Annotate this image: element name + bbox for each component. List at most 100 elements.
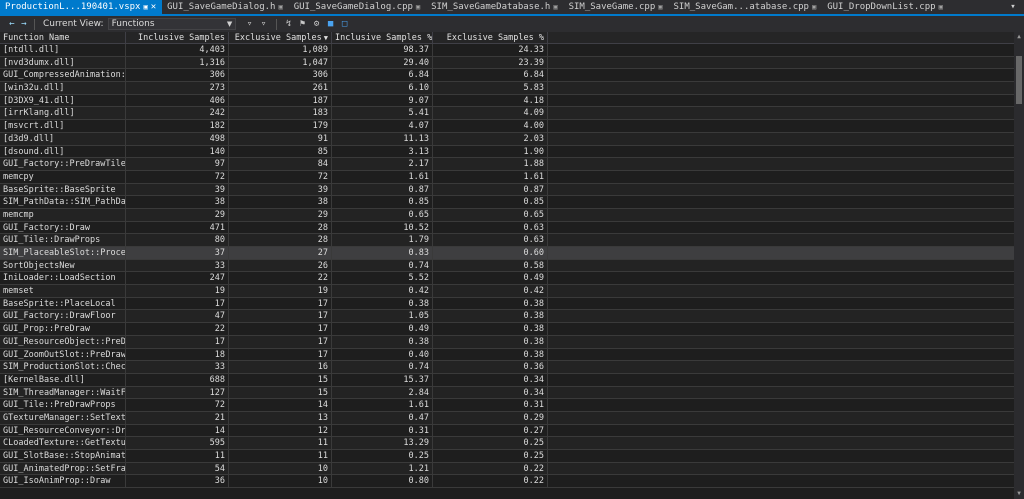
table-row[interactable]: SortObjectsNew 33 26 0.74 0.58: [0, 259, 1014, 273]
table-row[interactable]: GUI_Tile::PreDrawProps 72 14 1.61 0.31: [0, 399, 1014, 412]
exclusive-samples-pct-cell: 4.18: [433, 94, 548, 107]
column-header-label: Function Name: [3, 33, 70, 43]
scroll-up-arrow-icon[interactable]: ▲: [1014, 32, 1024, 42]
column-header-exclusive-samples-pct[interactable]: Exclusive Samples %: [433, 32, 548, 44]
close-icon[interactable]: ✕: [151, 2, 156, 12]
column-header-exclusive-samples[interactable]: Exclusive Samples ▼: [229, 32, 332, 44]
pin-icon[interactable]: ▣: [812, 3, 816, 11]
pin-icon[interactable]: ▣: [143, 3, 147, 11]
column-header-filler: [548, 32, 1014, 44]
exclusive-samples-pct-cell: 0.63: [433, 221, 548, 234]
table-row[interactable]: GUI_ResourceConveyor::Dr 14 12 0.31 0.27: [0, 424, 1014, 438]
column-header-function-name[interactable]: Function Name: [0, 32, 126, 44]
table-row[interactable]: memcmp 29 29 0.65 0.65: [0, 208, 1014, 222]
inclusive-samples-cell: 72: [126, 399, 229, 412]
function-name-cell: GUI_Factory::DrawFloor: [0, 310, 126, 323]
table-row[interactable]: [d3d9.dll] 498 91 11.13 2.03: [0, 132, 1014, 146]
column-header-label: Inclusive Samples %: [335, 33, 433, 43]
call-tree-icon[interactable]: ↯: [283, 18, 295, 30]
column-header-inclusive-samples-pct[interactable]: Inclusive Samples %: [332, 32, 433, 44]
pin-icon[interactable]: ▣: [416, 3, 420, 11]
inclusive-samples-pct-cell: 1.05: [332, 310, 433, 323]
column-header-inclusive-samples[interactable]: Inclusive Samples: [126, 32, 229, 44]
scroll-down-arrow-icon[interactable]: ▼: [1014, 489, 1024, 499]
exclusive-samples-cell: 17: [229, 297, 332, 310]
table-row[interactable]: SIM_PlaceableSlot::Proce 37 27 0.83 0.60: [0, 247, 1014, 260]
exclusive-samples-pct-cell: 0.42: [433, 285, 548, 298]
function-name-cell: SIM_ThreadManager::WaitF: [0, 386, 126, 399]
save-icon[interactable]: ■: [325, 18, 337, 30]
pin-icon[interactable]: ▣: [658, 3, 662, 11]
inclusive-samples-pct-cell: 4.07: [332, 120, 433, 133]
table-row[interactable]: BaseSprite::PlaceLocal 17 17 0.38 0.38: [0, 297, 1014, 311]
noise-reduction-icon[interactable]: ⚙: [311, 18, 323, 30]
table-row[interactable]: [dsound.dll] 140 85 3.13 1.90: [0, 145, 1014, 159]
document-tab[interactable]: SIM_SaveGameDatabase.h ▣: [426, 0, 563, 14]
current-view-dropdown[interactable]: Functions ▼: [107, 18, 236, 30]
filter-options-icon[interactable]: ▿: [258, 18, 270, 30]
scrollbar-thumb[interactable]: [1016, 56, 1022, 104]
table-row[interactable]: SIM_ProductionSlot::Chec 33 16 0.74 0.36: [0, 361, 1014, 374]
document-tab[interactable]: SIM_SaveGame.cpp ▣: [564, 0, 669, 14]
table-row[interactable]: memcpy 72 72 1.61 1.61: [0, 170, 1014, 184]
inclusive-samples-pct-cell: 6.10: [332, 82, 433, 95]
hot-path-icon[interactable]: ⚑: [297, 18, 309, 30]
table-row[interactable]: GUI_AnimatedProp::SetFra 54 10 1.21 0.22: [0, 462, 1014, 476]
exclusive-samples-pct-cell: 0.38: [433, 310, 548, 323]
table-row[interactable]: [irrKlang.dll] 242 183 5.41 4.09: [0, 107, 1014, 121]
function-name-cell: SIM_PlaceableSlot::Proce: [0, 247, 126, 259]
inclusive-samples-pct-cell: 0.40: [332, 348, 433, 361]
table-row[interactable]: CLoadedTexture::GetTextu 595 11 13.29 0.25: [0, 437, 1014, 450]
table-row[interactable]: GTextureManager::SetText 21 13 0.47 0.29: [0, 411, 1014, 425]
table-row[interactable]: SIM_ThreadManager::WaitF 127 15 2.84 0.34: [0, 386, 1014, 400]
document-tab[interactable]: GUI_SaveGameDialog.h ▣: [162, 0, 289, 14]
exclusive-samples-cell: 84: [229, 158, 332, 171]
table-row[interactable]: IniLoader::LoadSection 247 22 5.52 0.49: [0, 272, 1014, 286]
export-icon[interactable]: □: [339, 18, 351, 30]
table-row[interactable]: GUI_IsoAnimProp::Draw 36 10 0.80 0.22: [0, 475, 1014, 489]
inclusive-samples-pct-cell: 0.83: [332, 247, 433, 259]
filter-icon[interactable]: ▿: [244, 18, 256, 30]
inclusive-samples-cell: 471: [126, 221, 229, 234]
table-row[interactable]: [KernelBase.dll] 688 15 15.37 0.34: [0, 373, 1014, 387]
table-row[interactable]: SIM_PathData::SIM_PathDa 38 38 0.85 0.85: [0, 196, 1014, 209]
table-row[interactable]: GUI_SlotBase::StopAnimat 11 11 0.25 0.25: [0, 450, 1014, 463]
table-row[interactable]: GUI_ResourceObject::PreD 17 17 0.38 0.38: [0, 335, 1014, 349]
tab-label: SIM_SaveGam...atabase.cpp: [673, 2, 809, 12]
pin-icon[interactable]: ▣: [553, 3, 557, 11]
vertical-scrollbar[interactable]: ▲ ▼: [1014, 32, 1024, 499]
table-row[interactable]: GUI_Factory::PreDrawTile 97 84 2.17 1.88: [0, 158, 1014, 171]
exclusive-samples-cell: 1,047: [229, 56, 332, 69]
back-arrow-icon[interactable]: ←: [6, 18, 18, 30]
inclusive-samples-cell: 182: [126, 120, 229, 133]
table-row[interactable]: [D3DX9_41.dll] 406 187 9.07 4.18: [0, 94, 1014, 108]
table-row[interactable]: BaseSprite::BaseSprite 39 39 0.87 0.87: [0, 183, 1014, 197]
pin-icon[interactable]: ▣: [278, 3, 282, 11]
table-row[interactable]: GUI_Prop::PreDraw 22 17 0.49 0.38: [0, 323, 1014, 336]
table-row[interactable]: [msvcrt.dll] 182 179 4.07 4.00: [0, 120, 1014, 133]
exclusive-samples-pct-cell: 2.03: [433, 132, 548, 145]
function-name-cell: GUI_SlotBase::StopAnimat: [0, 450, 126, 462]
forward-arrow-icon[interactable]: →: [18, 18, 30, 30]
table-row[interactable]: GUI_Tile::DrawProps 80 28 1.79 0.63: [0, 234, 1014, 247]
table-row[interactable]: [ntdll.dll] 4,403 1,089 98.37 24.33: [0, 44, 1014, 57]
table-row[interactable]: GUI_Factory::Draw 471 28 10.52 0.63: [0, 221, 1014, 235]
row-filler: [548, 272, 1014, 284]
document-tab[interactable]: SIM_SaveGam...atabase.cpp ▣: [669, 0, 823, 14]
table-row[interactable]: [win32u.dll] 273 261 6.10 5.83: [0, 82, 1014, 95]
row-filler: [548, 247, 1014, 259]
table-row[interactable]: memset 19 19 0.42 0.42: [0, 285, 1014, 298]
function-name-cell: SIM_ProductionSlot::Chec: [0, 361, 126, 374]
table-row[interactable]: GUI_ZoomOutSlot::PreDraw 18 17 0.40 0.38: [0, 348, 1014, 362]
document-tab-strip: ProductionL...190401.vspx ▣ ✕ GUI_SaveGameD…: [0, 0, 1024, 16]
table-row[interactable]: GUI_CompressedAnimation: 306 306 6.84 6.84: [0, 69, 1014, 83]
document-tab[interactable]: ProductionL...190401.vspx ▣ ✕: [0, 0, 163, 14]
table-row[interactable]: [nvd3dumx.dll] 1,316 1,047 29.40 23.39: [0, 56, 1014, 70]
exclusive-samples-cell: 19: [229, 285, 332, 298]
document-tab[interactable]: GUI_DropDownList.cpp ▣: [822, 0, 949, 14]
inclusive-samples-cell: 688: [126, 373, 229, 386]
pin-icon[interactable]: ▣: [939, 3, 943, 11]
tab-overflow-chevron-icon[interactable]: ▾: [1002, 0, 1024, 14]
document-tab[interactable]: GUI_SaveGameDialog.cpp ▣: [289, 0, 426, 14]
table-row[interactable]: GUI_Factory::DrawFloor 47 17 1.05 0.38: [0, 310, 1014, 324]
